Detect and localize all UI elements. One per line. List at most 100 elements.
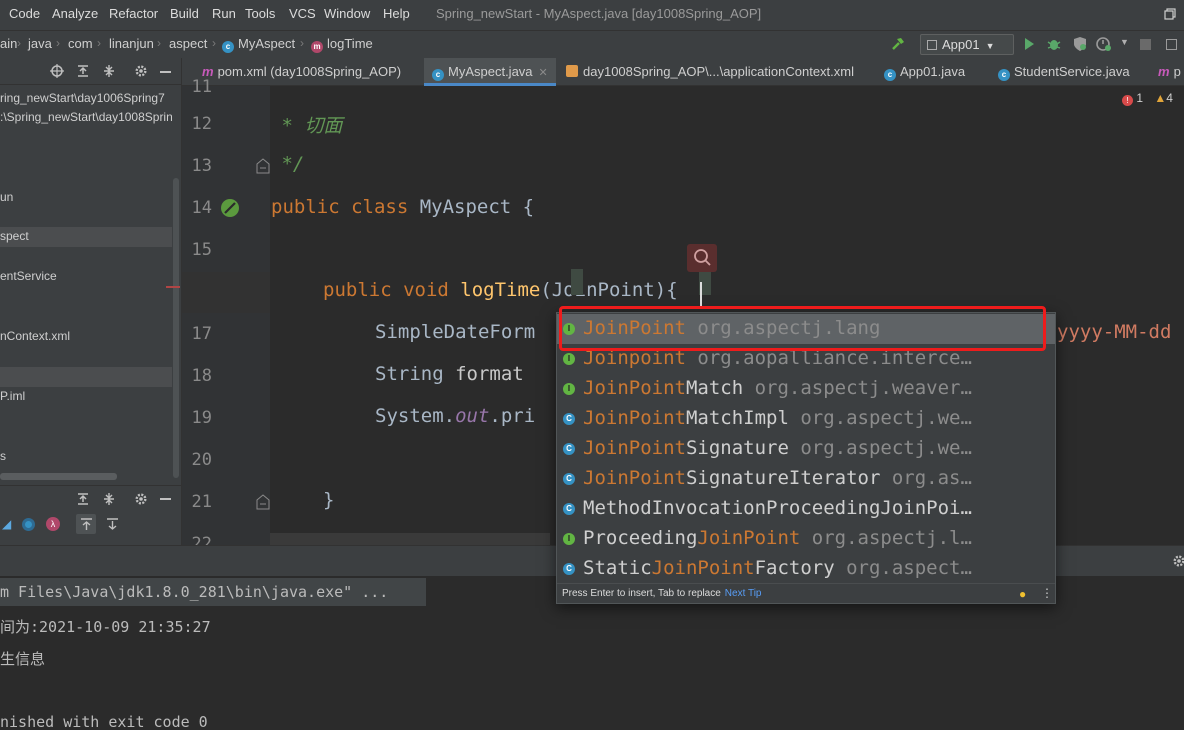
tree-item-project-root[interactable]: ring_newStart\day1006Spring7: [0, 89, 172, 109]
completion-item[interactable]: C JoinPointSignature org.aspectj.we…: [557, 434, 1055, 464]
debug-icon[interactable]: [1046, 36, 1062, 52]
closing-brace: }: [323, 489, 335, 511]
menu-vcs[interactable]: VCS: [289, 6, 316, 21]
hammer-build-icon[interactable]: [890, 36, 906, 52]
run-configuration-selector[interactable]: App01 ▼: [920, 34, 1014, 55]
menu-analyze[interactable]: Analyze: [52, 6, 98, 21]
class-icon: c: [432, 69, 444, 81]
code-line-16: public void logTime(JoinPoint){: [323, 279, 678, 301]
error-icon: !: [1122, 95, 1133, 106]
breadcrumb-main[interactable]: ain: [0, 36, 17, 51]
restore-window-icon[interactable]: [1164, 8, 1176, 20]
tab-studentservice-java[interactable]: c StudentService.java: [998, 58, 1130, 86]
breadcrumb-myaspect-label: MyAspect: [238, 36, 296, 51]
completion-item[interactable]: I JoinPointMatch org.aspectj.weaver…: [557, 374, 1055, 404]
completion-item[interactable]: C JoinPointMatchImpl org.aspectj.we…: [557, 404, 1055, 434]
profile-icon[interactable]: [1096, 36, 1112, 52]
collapse-all-icon[interactable]: [102, 492, 116, 506]
vertical-scrollbar[interactable]: [173, 178, 179, 478]
tab-more[interactable]: mp: [1158, 58, 1181, 86]
run-icon[interactable]: [1022, 37, 1036, 51]
inspection-widget[interactable]: ! 1 ▲4: [1122, 91, 1173, 106]
completion-item[interactable]: I ProceedingJoinPoint org.aspectj.l…: [557, 524, 1055, 554]
locate-icon[interactable]: [50, 64, 64, 78]
tab-pom-xml[interactable]: m pom.xml (day1008Spring_AOP): [202, 58, 401, 86]
breadcrumb-myaspect[interactable]: c MyAspect: [222, 36, 295, 53]
hide-panel-icon[interactable]: [160, 498, 171, 500]
menu-help[interactable]: Help: [383, 6, 410, 21]
lightbulb-icon[interactable]: ●: [1019, 587, 1026, 601]
breadcrumb-logtime[interactable]: m logTime: [311, 36, 373, 53]
code-line-14: public class MyAspect {: [271, 196, 534, 218]
expand-all-icon[interactable]: [76, 492, 90, 506]
tree-item-linanjun[interactable]: un: [0, 188, 172, 208]
tab-app01-java[interactable]: c App01.java: [884, 58, 965, 86]
tree-item-module-path[interactable]: :\Spring_newStart\day1008Sprin: [0, 108, 172, 128]
completion-match: JoinPoint: [697, 527, 801, 549]
sort-icon[interactable]: ◢: [2, 517, 11, 531]
run-config-icon: [927, 40, 937, 50]
gear-icon[interactable]: [134, 492, 148, 506]
horizontal-scrollbar[interactable]: [0, 473, 117, 480]
tab-label: MyAspect.java: [448, 64, 533, 79]
class-ref: System.: [375, 405, 456, 427]
text-caret: [700, 282, 702, 306]
completion-match: JoinPoint: [583, 377, 686, 399]
menu-code[interactable]: Code: [9, 6, 40, 21]
completion-item[interactable]: C JoinPointSignatureIterator org.as…: [557, 464, 1055, 494]
close-icon[interactable]: ✕: [539, 67, 548, 79]
completion-item[interactable]: C StaticJoinPointFactory org.aspect…: [557, 554, 1055, 584]
breadcrumb-aspect[interactable]: aspect: [169, 36, 207, 51]
menu-run[interactable]: Run: [212, 6, 236, 21]
tree-item-libraries[interactable]: s: [0, 447, 172, 467]
fold-icon[interactable]: [256, 494, 270, 510]
line-number: 20: [191, 450, 212, 470]
arrow-down-icon[interactable]: [106, 518, 119, 531]
breadcrumb-com[interactable]: com: [68, 36, 93, 51]
class-icon: c: [222, 41, 234, 53]
project-structure-icon[interactable]: [1166, 39, 1177, 50]
horizontal-scrollbar[interactable]: [270, 533, 550, 545]
lambda-icon[interactable]: λ: [46, 517, 60, 531]
code-line-17: SimpleDateForm: [375, 321, 535, 343]
tree-item-aspect[interactable]: spect: [0, 227, 172, 247]
fold-icon[interactable]: [256, 158, 270, 174]
hide-panel-icon[interactable]: [160, 71, 171, 73]
tree-item-iml[interactable]: P.iml: [0, 387, 172, 407]
line-number: 12: [191, 114, 212, 134]
structure-panel-toolbar: [0, 485, 182, 511]
completion-rest: Match: [685, 377, 744, 399]
chevron-right-icon: ›: [97, 36, 101, 50]
project-tool-window: ring_newStart\day1006Spring7 :\Spring_ne…: [0, 58, 182, 545]
menu-build[interactable]: Build: [170, 6, 199, 21]
tab-myaspect-java[interactable]: c MyAspect.java ✕: [424, 58, 556, 86]
completion-item[interactable]: C MethodInvocationProceedingJoinPoi…: [557, 494, 1055, 524]
next-tip-link[interactable]: Next Tip: [725, 588, 762, 599]
chevron-down-icon[interactable]: ▼: [1120, 37, 1129, 47]
aspect-marker-icon[interactable]: [220, 198, 240, 218]
breadcrumb-linanjun[interactable]: linanjun: [109, 36, 154, 51]
tree-item-applicationcontext[interactable]: nContext.xml: [0, 327, 172, 347]
tree-item-highlight[interactable]: [0, 367, 172, 387]
tab-label: day1008Spring_AOP\...\applicationContext…: [583, 64, 854, 79]
menu-window[interactable]: Window: [324, 6, 370, 21]
coverage-icon[interactable]: [1072, 36, 1088, 52]
breadcrumb-java[interactable]: java: [28, 36, 52, 51]
tab-applicationcontext-xml[interactable]: day1008Spring_AOP\...\applicationContext…: [566, 58, 854, 86]
more-options-icon[interactable]: ⋮: [1041, 586, 1053, 600]
menu-refactor[interactable]: Refactor: [109, 6, 158, 21]
line-number: 15: [191, 240, 212, 260]
show-fields-icon[interactable]: [22, 518, 35, 531]
line-number: 18: [191, 366, 212, 386]
collapse-all-icon[interactable]: [102, 64, 116, 78]
search-icon[interactable]: [687, 244, 717, 272]
menu-tools[interactable]: Tools: [245, 6, 275, 21]
expand-all-icon[interactable]: [76, 64, 90, 78]
arrow-up-icon: [81, 518, 92, 530]
gear-icon[interactable]: [134, 64, 148, 78]
line-number: 11: [191, 77, 212, 97]
completion-rest: MatchImpl: [685, 407, 789, 429]
tree-item-studentservice[interactable]: entService: [0, 267, 172, 287]
gear-icon[interactable]: [1172, 554, 1184, 568]
stop-icon[interactable]: [1140, 39, 1151, 50]
